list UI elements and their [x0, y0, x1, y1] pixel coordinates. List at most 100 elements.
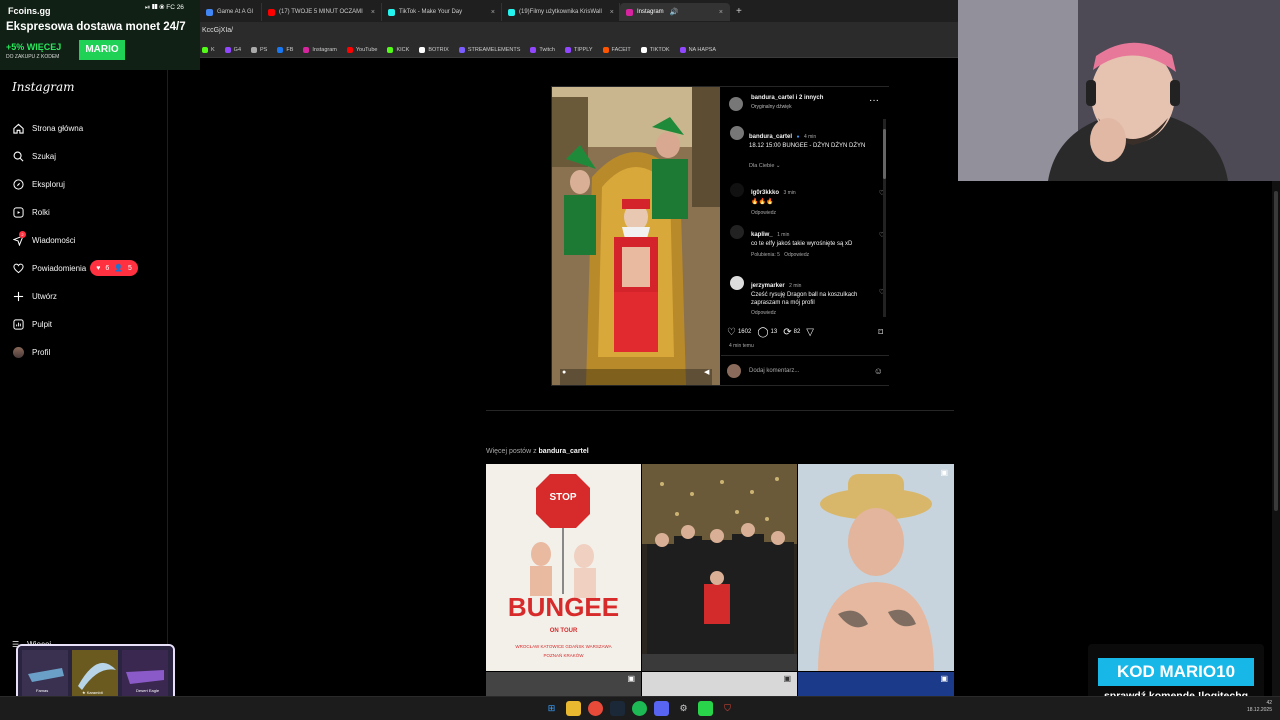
sidebar-item-notifications[interactable]: Powiadomienia ♥ 6 👤 5: [0, 254, 168, 282]
browser-tab[interactable]: (19)Filmy użytkownika KrisWall ×: [502, 3, 620, 21]
bookmark-item[interactable]: NA HAPSA: [679, 46, 716, 53]
post-tile[interactable]: ▣: [486, 672, 641, 696]
bookmark-item[interactable]: YouTube: [346, 46, 377, 53]
post-header-user[interactable]: bandura_cartel i 2 innych: [751, 95, 823, 101]
bookmark-item[interactable]: STREAMELEMENTS: [458, 46, 520, 53]
comment-user[interactable]: lg0r3kkko: [751, 190, 779, 196]
browser-tab[interactable]: (17) TWOJE 5 MINUT OCZAMI ×: [262, 3, 382, 21]
spotify-icon[interactable]: [632, 701, 647, 716]
browser-tab-active[interactable]: Instagram 🔊 ×: [620, 3, 730, 21]
post-tile-group[interactable]: [642, 464, 797, 671]
sidebar-item-create[interactable]: Utwórz: [0, 282, 168, 310]
close-icon[interactable]: ×: [602, 9, 614, 16]
sidebar-item-messages[interactable]: 2 Wiadomości: [0, 226, 168, 254]
comment-likes[interactable]: Polubienia: 5: [751, 252, 780, 258]
bookmark-item[interactable]: Instagram: [303, 46, 337, 53]
page-scrollbar[interactable]: [1272, 181, 1280, 696]
browser-tab[interactable]: Game At A Gl×: [200, 3, 262, 21]
reply-link[interactable]: Odpowiedz: [751, 310, 863, 316]
instagram-sidebar: Instagram Strona główna Szukaj Eksploruj…: [0, 70, 168, 696]
bookmark-item[interactable]: BOTRIX: [419, 46, 449, 53]
discord-icon[interactable]: [654, 701, 669, 716]
address-bar[interactable]: KccGjXIa/: [200, 22, 958, 42]
comment-user[interactable]: kapliw_: [751, 232, 773, 238]
bookmark-item[interactable]: K: [202, 46, 215, 53]
comment-filter[interactable]: Dla Ciebie ⌄: [749, 163, 781, 169]
close-icon[interactable]: ×: [253, 9, 261, 16]
bookmark-item[interactable]: TIPPLY: [564, 46, 593, 53]
browser-tab[interactable]: TikTok - Make Your Day ×: [382, 3, 502, 21]
more-posts-heading: Więcej postów z bandura_cartel: [486, 448, 589, 455]
emoji-icon[interactable]: ☺: [874, 366, 883, 376]
add-comment-input[interactable]: Dodaj komentarz...: [749, 368, 799, 374]
avatar[interactable]: [729, 97, 743, 111]
sidebar-item-label: Szukaj: [32, 151, 57, 161]
sidebar-item-home[interactable]: Strona główna: [0, 114, 168, 142]
reply-link[interactable]: Odpowiedz: [784, 252, 809, 258]
post-tile[interactable]: ▣: [798, 672, 954, 696]
caption-user[interactable]: bandura_cartel: [749, 134, 792, 140]
like-button[interactable]: ♡ 1602: [727, 327, 751, 338]
mute-icon[interactable]: ◀: [704, 368, 709, 376]
scrollbar-thumb[interactable]: [1274, 191, 1278, 511]
youtube-icon: [268, 8, 275, 16]
bookmark-item[interactable]: Twitch: [530, 46, 555, 53]
steam-icon[interactable]: [610, 701, 625, 716]
bookmark-label: TIPPLY: [573, 46, 593, 53]
bookmark-label: K: [211, 46, 215, 53]
bookmark-item[interactable]: FB: [277, 46, 293, 53]
browser-tabbar: Game At A Gl× (17) TWOJE 5 MINUT OCZAMI×…: [200, 0, 958, 22]
settings-icon[interactable]: ⚙: [676, 701, 691, 716]
notifications-pill[interactable]: ♥ 6 👤 5: [90, 260, 138, 276]
new-tab-icon[interactable]: +: [736, 6, 742, 17]
close-icon[interactable]: ×: [363, 9, 375, 16]
more-options-icon[interactable]: ···: [869, 95, 879, 106]
sidebar-item-explore[interactable]: Eksploruj: [0, 170, 168, 198]
close-icon[interactable]: ×: [711, 9, 723, 16]
chrome-icon[interactable]: [588, 701, 603, 716]
comments-scrollbar[interactable]: [883, 119, 886, 317]
sidebar-item-profile[interactable]: Profil: [0, 338, 168, 366]
sidebar-item-search[interactable]: Szukaj: [0, 142, 168, 170]
post-tile-portrait[interactable]: ▣: [798, 464, 954, 671]
comment-user[interactable]: jerzymarker: [751, 283, 785, 289]
post-video[interactable]: ● ◀: [552, 87, 720, 385]
repost-button[interactable]: ⟳ 82: [783, 327, 800, 338]
avatar[interactable]: [730, 183, 744, 197]
sidebar-item-reels[interactable]: Rolki: [0, 198, 168, 226]
bookmark-item[interactable]: TIKTOK: [640, 46, 670, 53]
instagram-logo[interactable]: Instagram: [12, 80, 75, 94]
post-tile[interactable]: ▣: [642, 672, 797, 696]
url-text[interactable]: KccGjXIa/: [202, 27, 233, 34]
taskbar-clock[interactable]: 42 18.12.2025: [1238, 700, 1272, 714]
share-button[interactable]: ▽: [806, 327, 816, 338]
bookmark-item[interactable]: KICK: [387, 46, 409, 53]
speaker-icon[interactable]: 🔊: [670, 8, 679, 16]
save-icon[interactable]: ⌑: [878, 327, 883, 338]
bookmark-item[interactable]: G4: [224, 46, 241, 53]
bookmark-icon: [530, 46, 537, 53]
comment-button[interactable]: ◯ 13: [757, 327, 777, 338]
reel-icon: ▣: [940, 468, 948, 477]
windows-start-icon[interactable]: ⊞: [544, 701, 559, 716]
avatar[interactable]: [730, 126, 744, 140]
post-header: bandura_cartel i 2 innych Oryginalny dźw…: [727, 93, 883, 117]
clock-date: 18.12.2025: [1246, 707, 1272, 713]
reply-link[interactable]: Odpowiedz: [751, 210, 861, 216]
app-icon[interactable]: [698, 701, 713, 716]
more-posts-user[interactable]: bandura_cartel: [539, 448, 589, 455]
shield-icon[interactable]: ⛉: [720, 701, 735, 716]
post-tile-bungee[interactable]: STOP BUNGEE ON TOUR WROCŁAW KATOWICE GDA…: [486, 464, 641, 671]
bookmark-item[interactable]: PS: [251, 46, 267, 53]
bookmark-item[interactable]: FACEIT: [602, 46, 631, 53]
avatar[interactable]: [730, 225, 744, 239]
sidebar-item-dashboard[interactable]: Pulpit: [0, 310, 168, 338]
post-audio[interactable]: Oryginalny dźwięk: [751, 104, 792, 110]
scrollbar-thumb[interactable]: [883, 129, 886, 179]
close-icon[interactable]: ×: [483, 9, 495, 16]
overlay-headline: Ekspresowa dostawa monet 24/7: [6, 21, 186, 33]
avatar[interactable]: [730, 276, 744, 290]
file-explorer-icon[interactable]: [566, 701, 581, 716]
knife-label: Famas: [36, 688, 49, 693]
user-tag-icon[interactable]: ●: [562, 369, 566, 376]
